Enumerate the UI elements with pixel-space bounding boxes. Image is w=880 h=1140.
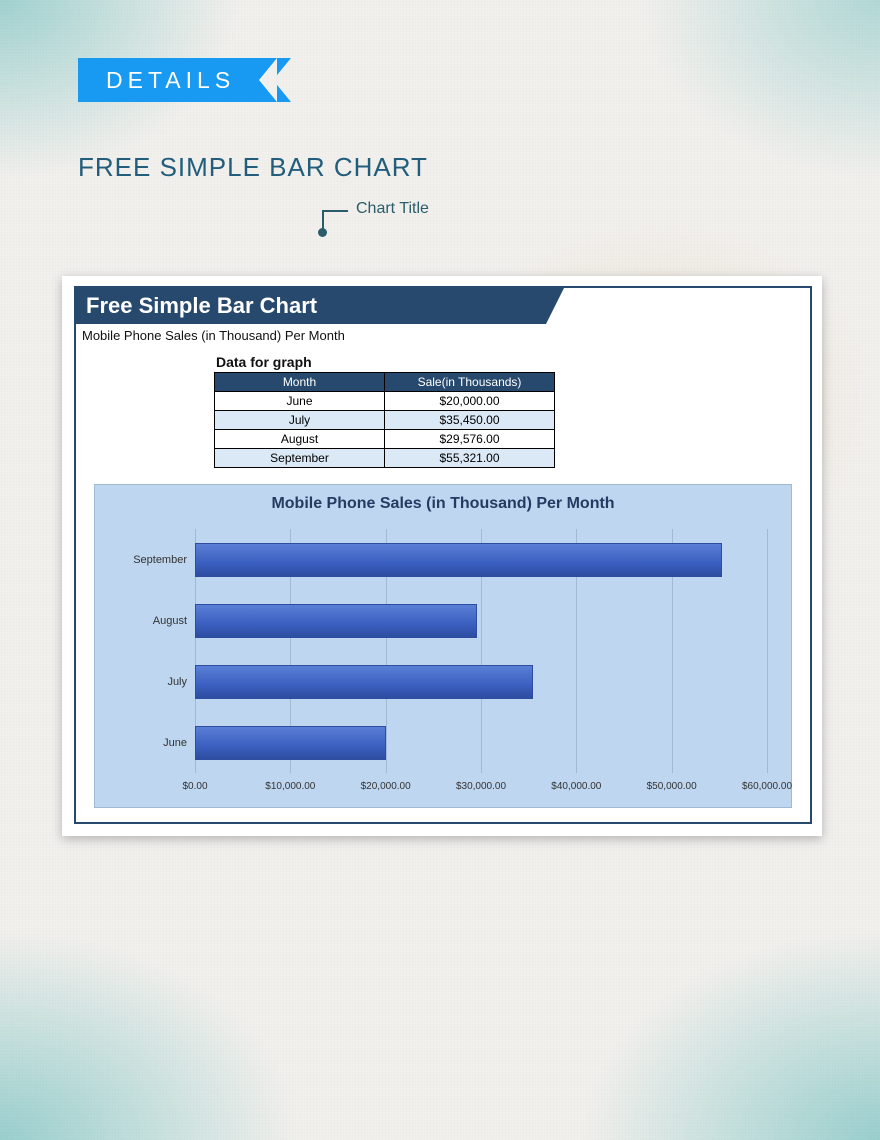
section-title: FREE SIMPLE BAR CHART: [78, 152, 428, 183]
table-cell: $35,450.00: [385, 411, 555, 430]
chart-y-label: September: [133, 554, 187, 566]
table-header: Month: [215, 373, 385, 392]
chart-x-tick: $0.00: [182, 781, 207, 792]
table-cell: $55,321.00: [385, 449, 555, 468]
callout-chart-title: Chart Title: [356, 200, 429, 218]
table-row: August $29,576.00: [215, 430, 555, 449]
chart-y-label: June: [163, 737, 187, 749]
chart-gridline: [767, 529, 768, 773]
table-header: Sale(in Thousands): [385, 373, 555, 392]
chart-x-tick: $20,000.00: [361, 781, 411, 792]
chart-x-tick: $50,000.00: [647, 781, 697, 792]
chart-bar: [195, 543, 722, 577]
card-subtitle: Mobile Phone Sales (in Thousand) Per Mon…: [82, 328, 345, 343]
table-row: September $55,321.00: [215, 449, 555, 468]
chart-x-axis: $0.00$10,000.00$20,000.00$30,000.00$40,0…: [195, 781, 767, 797]
callout-line: [322, 210, 324, 230]
chart-bar: [195, 726, 386, 760]
table-row: June $20,000.00: [215, 392, 555, 411]
chart-title: Mobile Phone Sales (in Thousand) Per Mon…: [95, 485, 791, 519]
chart-x-tick: $60,000.00: [742, 781, 792, 792]
chart-bar: [195, 665, 533, 699]
chart-x-tick: $40,000.00: [551, 781, 601, 792]
table-cell: $20,000.00: [385, 392, 555, 411]
card-inner: Free Simple Bar Chart Mobile Phone Sales…: [74, 286, 812, 824]
table-cell: July: [215, 411, 385, 430]
chart-plot-area: SeptemberAugustJulyJune: [195, 529, 767, 773]
table-title: Data for graph: [216, 354, 312, 370]
template-card: Free Simple Bar Chart Mobile Phone Sales…: [62, 276, 822, 836]
table-cell: September: [215, 449, 385, 468]
data-table: Month Sale(in Thousands) June $20,000.00…: [214, 372, 555, 468]
card-title: Free Simple Bar Chart: [86, 293, 317, 318]
callout-line: [322, 210, 348, 212]
table-cell: June: [215, 392, 385, 411]
chart-y-label: July: [167, 676, 187, 688]
chart-box: Mobile Phone Sales (in Thousand) Per Mon…: [94, 484, 792, 808]
table-header-row: Month Sale(in Thousands): [215, 373, 555, 392]
details-ribbon: DETAILS: [78, 58, 273, 102]
table-cell: August: [215, 430, 385, 449]
ribbon-label: DETAILS: [106, 67, 235, 93]
table-row: July $35,450.00: [215, 411, 555, 430]
table-cell: $29,576.00: [385, 430, 555, 449]
card-title-band: Free Simple Bar Chart: [76, 288, 546, 324]
chart-x-tick: $10,000.00: [265, 781, 315, 792]
chart-y-label: August: [153, 615, 187, 627]
chart-x-tick: $30,000.00: [456, 781, 506, 792]
chart-bar: [195, 604, 477, 638]
